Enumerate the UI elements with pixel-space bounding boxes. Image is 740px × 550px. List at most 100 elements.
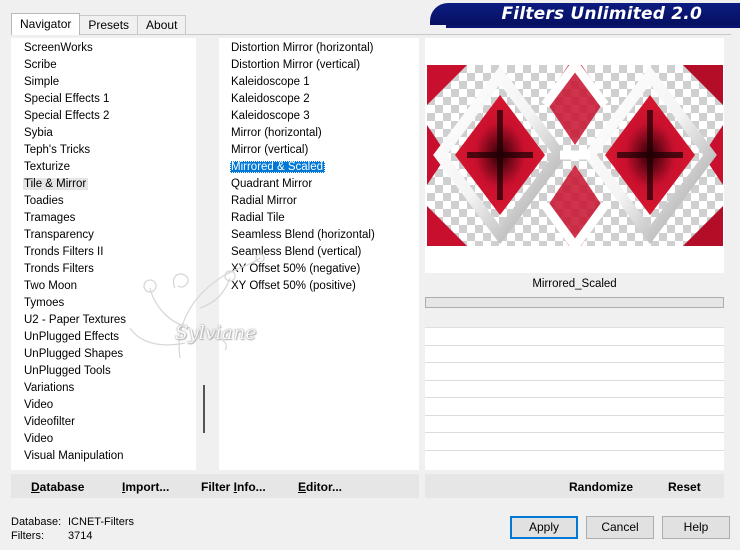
category-item[interactable]: Special Effects 2 xyxy=(23,108,211,125)
category-item[interactable]: Toadies xyxy=(23,193,211,210)
tab-navigator[interactable]: Navigator xyxy=(11,13,81,35)
category-item[interactable]: Tronds Filters xyxy=(23,261,211,278)
category-item[interactable]: Tramages xyxy=(23,210,211,227)
category-item-label: Texturize xyxy=(24,161,71,173)
help-button[interactable]: Help xyxy=(662,516,730,539)
tab-presets[interactable]: Presets xyxy=(79,15,139,34)
tab-bar: Navigator Presets About xyxy=(11,13,187,35)
filter-item[interactable]: Seamless Blend (horizontal) xyxy=(230,227,419,244)
filters-count: 3714 xyxy=(68,530,93,542)
filter-item[interactable]: Quadrant Mirror xyxy=(230,176,419,193)
category-scrollbar[interactable] xyxy=(196,38,211,470)
filter-item[interactable]: Kaleidoscope 2 xyxy=(230,91,419,108)
filter-item[interactable]: Kaleidoscope 1 xyxy=(230,74,419,91)
category-item[interactable]: Scribe xyxy=(23,57,211,74)
filter-item-label: Kaleidoscope 2 xyxy=(231,93,310,105)
category-item[interactable]: Special Effects 1 xyxy=(23,91,211,108)
filter-item-label: Kaleidoscope 3 xyxy=(231,110,310,122)
parameter-row[interactable] xyxy=(425,363,724,381)
filter-info-button[interactable]: Filter Info... xyxy=(201,480,266,494)
parameter-row[interactable] xyxy=(425,416,724,433)
command-bar-right: Randomize Reset xyxy=(425,474,724,498)
category-item[interactable]: Video xyxy=(23,431,211,448)
category-item[interactable]: Transparency xyxy=(23,227,211,244)
tab-about[interactable]: About xyxy=(137,15,187,34)
filter-item[interactable]: Distortion Mirror (vertical) xyxy=(230,57,419,74)
apply-button[interactable]: Apply xyxy=(510,516,578,539)
cancel-button[interactable]: Cancel xyxy=(586,516,654,539)
filter-item[interactable]: Mirror (vertical) xyxy=(230,142,419,159)
category-item[interactable]: Tymoes xyxy=(23,295,211,312)
parameter-row[interactable] xyxy=(425,433,724,451)
preview-image xyxy=(427,65,723,246)
filter-item[interactable]: Seamless Blend (vertical) xyxy=(230,244,419,261)
category-item[interactable]: U2 - Paper Textures xyxy=(23,312,211,329)
filter-item-label: Radial Mirror xyxy=(231,195,297,207)
parameter-row[interactable] xyxy=(425,398,724,416)
filter-item[interactable]: Radial Tile xyxy=(230,210,419,227)
category-item[interactable]: Simple xyxy=(23,74,211,91)
category-item[interactable]: ScreenWorks xyxy=(23,40,211,57)
filter-list[interactable]: Distortion Mirror (horizontal) Distortion… xyxy=(219,38,419,470)
category-item-label: Tronds Filters xyxy=(24,263,94,275)
category-item[interactable]: UnPlugged Tools xyxy=(23,363,211,380)
command-bar-left: Database Import... Filter Info... Editor… xyxy=(11,474,419,498)
category-item[interactable]: Sybia xyxy=(23,125,211,142)
filter-item-label: Quadrant Mirror xyxy=(231,178,313,190)
parameter-row[interactable] xyxy=(425,328,724,346)
category-item[interactable]: Tile & Mirror xyxy=(23,176,211,193)
filter-item[interactable]: Mirror (horizontal) xyxy=(230,125,419,142)
category-item[interactable]: UnPlugged Effects xyxy=(23,329,211,346)
database-value: ICNET-Filters xyxy=(68,516,134,528)
banner-underline xyxy=(446,25,740,28)
preview-filter-name: Mirrored_Scaled xyxy=(532,278,617,290)
category-item-label: U2 - Paper Textures xyxy=(24,314,127,326)
filter-item[interactable]: Kaleidoscope 3 xyxy=(230,108,419,125)
filter-item-label: Mirrored & Scaled xyxy=(230,161,326,173)
filter-item-label: Radial Tile xyxy=(231,212,285,224)
filter-item[interactable]: XY Offset 50% (positive) xyxy=(230,278,419,295)
randomize-button[interactable]: Randomize xyxy=(569,480,633,494)
category-item[interactable]: Two Moon xyxy=(23,278,211,295)
database-info: Database: ICNET-Filters Filters: 3714 xyxy=(11,515,134,543)
category-item-label: Two Moon xyxy=(24,280,78,292)
filter-item-label: Distortion Mirror (horizontal) xyxy=(231,42,374,54)
category-item-label: UnPlugged Effects xyxy=(24,331,120,343)
filter-item[interactable]: XY Offset 50% (negative) xyxy=(230,261,419,278)
category-item[interactable]: Videofilter xyxy=(23,414,211,431)
preview-caption-area: Mirrored_Scaled xyxy=(425,273,724,296)
category-item-label: Special Effects 2 xyxy=(24,110,110,122)
import-button[interactable]: Import... xyxy=(122,480,169,494)
tab-divider xyxy=(11,34,731,35)
category-item[interactable]: UnPlugged Shapes xyxy=(23,346,211,363)
scrollbar-thumb[interactable] xyxy=(203,385,205,433)
filter-item-label: Seamless Blend (horizontal) xyxy=(231,229,375,241)
filter-item[interactable]: Mirrored & Scaled xyxy=(230,159,419,176)
category-item-label: Scribe xyxy=(24,59,57,71)
filter-item[interactable]: Distortion Mirror (horizontal) xyxy=(230,40,419,57)
parameter-row[interactable] xyxy=(425,381,724,398)
category-item-label: ScreenWorks xyxy=(24,42,93,54)
parameter-row[interactable] xyxy=(425,308,724,328)
category-item-label: Tronds Filters II xyxy=(24,246,104,258)
database-button[interactable]: Database xyxy=(31,480,84,494)
filter-item-label: Mirror (horizontal) xyxy=(231,127,322,139)
category-item[interactable]: Texturize xyxy=(23,159,211,176)
category-item[interactable]: Teph's Tricks xyxy=(23,142,211,159)
category-list[interactable]: ScreenWorks Scribe Simple Special Effects 1… xyxy=(11,38,211,470)
reset-button[interactable]: Reset xyxy=(668,480,701,494)
category-item[interactable]: Variations xyxy=(23,380,211,397)
category-item-label: Sybia xyxy=(24,127,53,139)
filters-label: Filters: xyxy=(11,530,44,542)
parameter-list[interactable] xyxy=(425,308,724,470)
parameter-row[interactable] xyxy=(425,346,724,363)
filter-item[interactable]: Radial Mirror xyxy=(230,193,419,210)
category-item-label: Tramages xyxy=(24,212,76,224)
category-item-label: UnPlugged Shapes xyxy=(24,348,124,360)
category-item[interactable]: Video xyxy=(23,397,211,414)
category-item-label: Toadies xyxy=(24,195,64,207)
category-item[interactable]: Tronds Filters II xyxy=(23,244,211,261)
editor-button[interactable]: Editor... xyxy=(298,480,342,494)
category-item[interactable]: Visual Manipulation xyxy=(23,448,211,465)
title-banner: Filters Unlimited 2.0 xyxy=(430,3,740,25)
